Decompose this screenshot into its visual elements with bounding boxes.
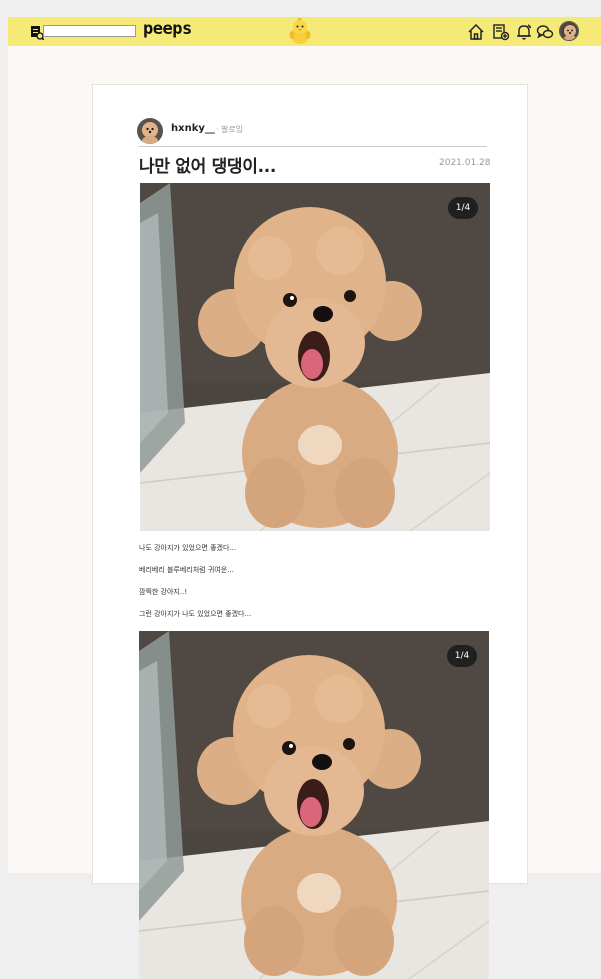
brand-logo[interactable]: peeps (143, 19, 192, 39)
new-post-icon[interactable] (492, 23, 510, 41)
chick-mascot-icon (288, 17, 312, 46)
caption-line: 깜찍한 강아지..! (139, 588, 188, 596)
photo-counter-badge: 1/4 (448, 197, 478, 219)
post-photo[interactable]: 1/4 (140, 183, 490, 531)
profile-avatar[interactable] (559, 21, 579, 41)
caption-line: 나도 강아지가 있었으면 좋겠다... (139, 544, 237, 552)
puppy-photo-image (139, 631, 489, 979)
author-name[interactable]: hxnky__ (171, 123, 215, 134)
bell-icon[interactable] (515, 23, 533, 41)
puppy-photo-image (140, 183, 490, 531)
author-avatar[interactable] (137, 118, 163, 144)
top-navbar: peeps (8, 17, 601, 46)
post-date: 2021.01.28 (439, 158, 491, 168)
post-title: 나만 없어 댕댕이... (139, 157, 277, 177)
following-button[interactable]: · 팔로잉 (216, 124, 243, 135)
photo-counter-badge: 1/4 (447, 645, 477, 667)
caption-line: 그런 강아지가 나도 있었으면 좋겠다... (139, 610, 252, 618)
post-photo[interactable]: 1/4 (139, 631, 489, 979)
chat-icon[interactable] (536, 23, 554, 41)
home-icon[interactable] (467, 23, 485, 41)
post-card: hxnky__ · 팔로잉 나만 없어 댕댕이... 2021.01.28 1/… (92, 84, 528, 979)
search-input[interactable] (43, 25, 136, 37)
header-divider (139, 146, 487, 147)
caption-line: 베리베리 블루베리처럼 귀여운... (139, 566, 234, 574)
